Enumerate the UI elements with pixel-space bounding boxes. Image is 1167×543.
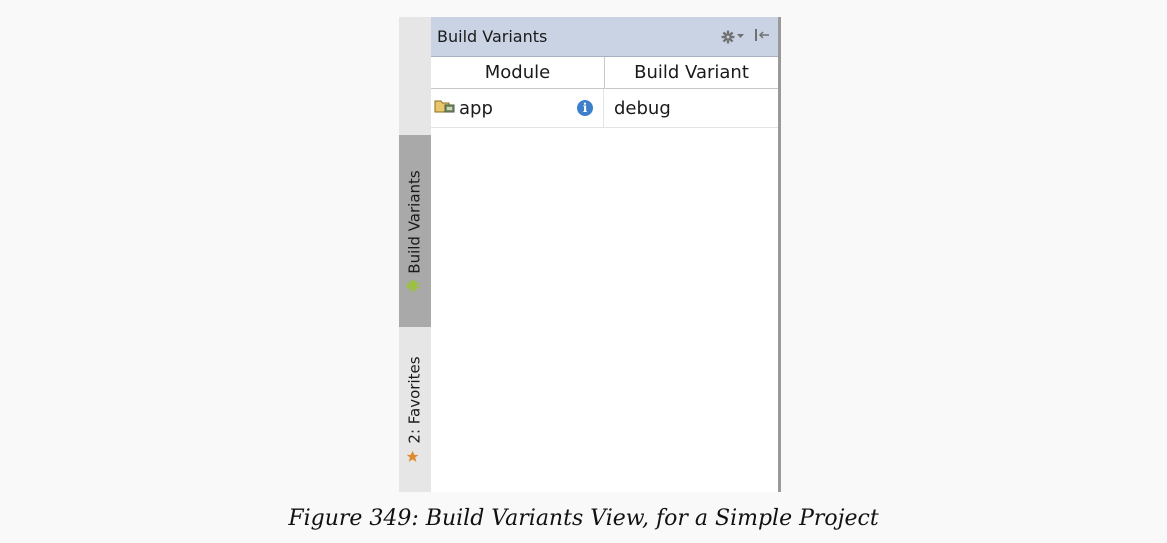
module-cell: app i bbox=[431, 89, 604, 127]
panel-title: Build Variants bbox=[437, 27, 548, 46]
figure-caption: Figure 349: Build Variants View, for a S… bbox=[288, 506, 879, 531]
hide-panel-icon[interactable] bbox=[754, 28, 770, 46]
table-header: Module Build Variant bbox=[431, 57, 778, 89]
star-icon bbox=[406, 449, 424, 463]
info-icon[interactable]: i bbox=[577, 100, 593, 116]
column-header-build-variant[interactable]: Build Variant bbox=[605, 57, 778, 88]
build-variants-panel: Build Variants Module Build Variant app … bbox=[431, 17, 781, 492]
panel-header: Build Variants bbox=[431, 17, 778, 57]
module-name: app bbox=[459, 97, 493, 119]
tab-build-variants-label: Build Variants bbox=[406, 170, 425, 274]
build-variant-cell[interactable]: debug bbox=[604, 98, 778, 119]
module-folder-icon bbox=[434, 98, 456, 118]
tool-window-strip: Build Variants 2: Favorites bbox=[399, 17, 431, 492]
column-header-module[interactable]: Module bbox=[431, 57, 605, 88]
settings-gear-icon[interactable] bbox=[721, 30, 744, 44]
android-icon bbox=[406, 279, 424, 292]
chevron-down-icon bbox=[737, 34, 744, 38]
table-row[interactable]: app i debug bbox=[431, 89, 778, 128]
tab-build-variants[interactable]: Build Variants bbox=[399, 135, 431, 327]
tab-favorites[interactable]: 2: Favorites bbox=[399, 327, 431, 492]
tab-favorites-label: 2: Favorites bbox=[406, 355, 424, 444]
